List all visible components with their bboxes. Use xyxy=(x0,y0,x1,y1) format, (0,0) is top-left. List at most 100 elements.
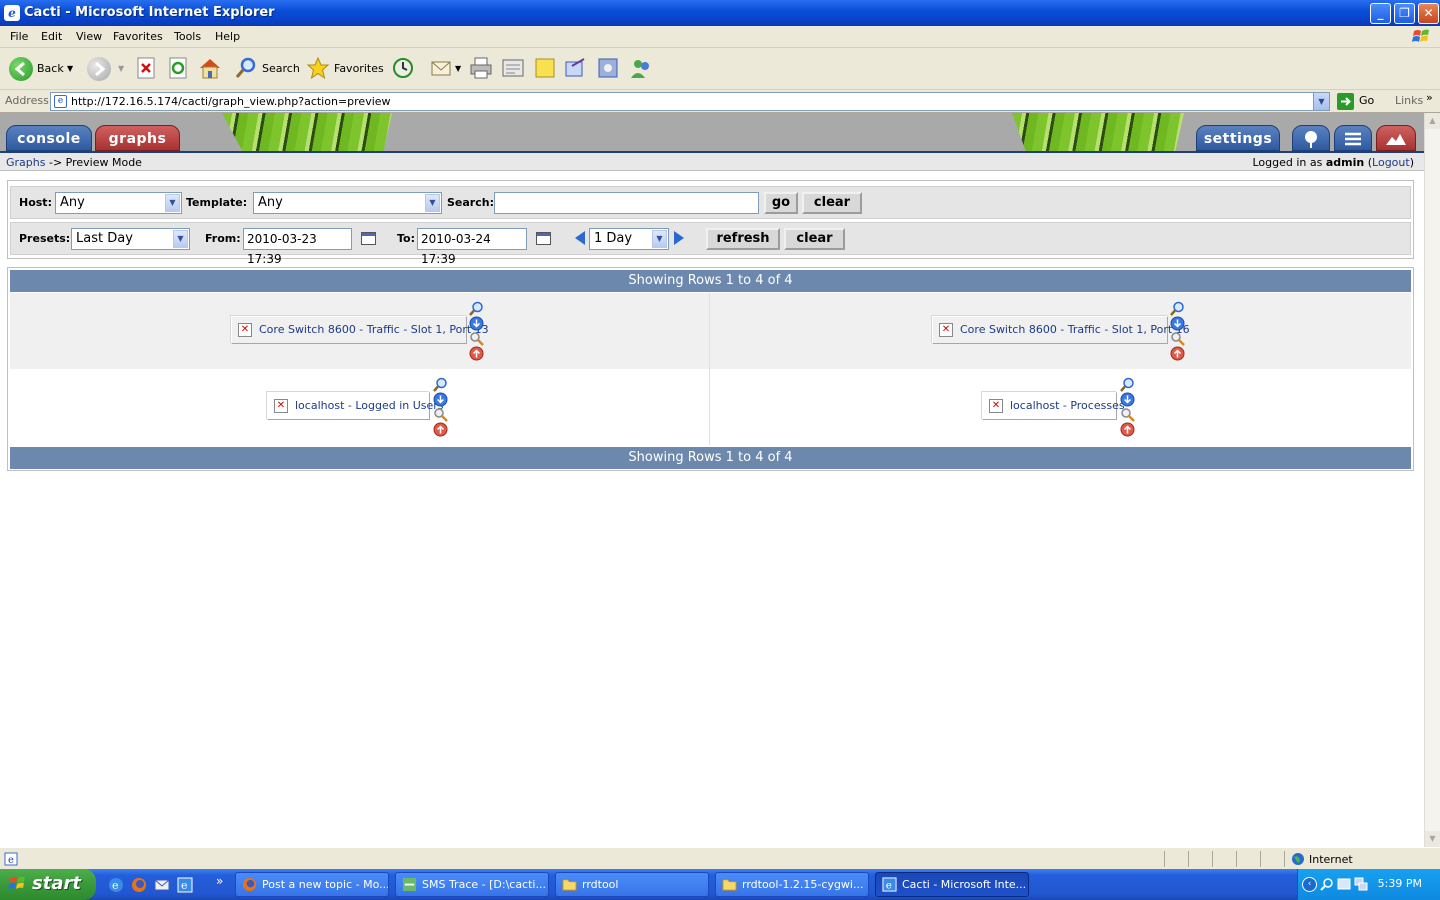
properties-icon[interactable] xyxy=(469,331,484,346)
list-view-button[interactable] xyxy=(1334,125,1372,151)
back-arrow-icon[interactable] xyxy=(9,57,33,81)
zoom-icon[interactable] xyxy=(433,377,448,392)
properties-icon[interactable] xyxy=(433,407,448,422)
tab-console[interactable]: console xyxy=(6,125,92,151)
go-filter-button[interactable]: go xyxy=(764,192,798,214)
export-csv-icon[interactable] xyxy=(1120,392,1135,407)
back-dropdown-icon[interactable]: ▼ xyxy=(67,56,73,82)
taskbar-item-cacti-ie[interactable]: e Cacti - Microsoft Inte... xyxy=(875,872,1029,897)
export-csv-icon[interactable] xyxy=(1170,316,1185,331)
back-button[interactable]: Back xyxy=(37,56,64,82)
firefox-quicklaunch-icon[interactable] xyxy=(131,877,147,893)
move-up-icon[interactable] xyxy=(469,346,484,361)
shift-right-arrow-icon[interactable] xyxy=(674,231,684,245)
menu-edit[interactable]: Edit xyxy=(41,30,62,43)
tray-expand-icon[interactable]: ‹ xyxy=(1302,877,1317,892)
desktop-quicklaunch-icon[interactable]: e xyxy=(177,877,193,893)
home-icon[interactable] xyxy=(198,56,222,80)
start-button[interactable]: start xyxy=(0,869,96,900)
scroll-down-icon[interactable]: ▼ xyxy=(1425,831,1440,847)
refresh-icon[interactable] xyxy=(167,56,191,80)
links-label[interactable]: Links xyxy=(1395,94,1423,107)
tab-graphs[interactable]: graphs xyxy=(95,125,180,151)
zoom-icon[interactable] xyxy=(1120,377,1135,392)
graph-image[interactable]: ✕ localhost - Logged in Users xyxy=(267,392,444,420)
go-arrow-icon[interactable] xyxy=(1337,93,1354,110)
edit-icon[interactable] xyxy=(501,56,525,80)
to-calendar-icon[interactable] xyxy=(536,232,551,245)
go-button[interactable]: Go xyxy=(1359,94,1374,107)
quicklaunch-chevron-icon[interactable]: » xyxy=(216,874,223,888)
tree-view-button[interactable] xyxy=(1292,125,1330,151)
graph-image[interactable]: ✕ Core Switch 8600 - Traffic - Slot 1, P… xyxy=(231,316,489,344)
tray-search-icon[interactable] xyxy=(1320,877,1334,891)
scroll-up-icon[interactable]: ▲ xyxy=(1425,113,1440,129)
clear-filter-button[interactable]: clear xyxy=(802,192,862,214)
links-chevron-icon[interactable]: » xyxy=(1426,91,1433,104)
history-icon[interactable] xyxy=(391,56,415,80)
template-select[interactable]: Any ▼ xyxy=(253,192,442,214)
messenger-research-icon[interactable] xyxy=(564,56,588,80)
preview-graph-icon xyxy=(1386,134,1406,145)
search-input[interactable] xyxy=(494,192,759,214)
taskbar-item-rrdtool-cygwin[interactable]: rrdtool-1.2.15-cygwi... xyxy=(715,872,869,897)
media-icon[interactable] xyxy=(596,56,620,80)
menu-tools[interactable]: Tools xyxy=(174,30,201,43)
to-date-input[interactable]: 2010-03-24 17:39 xyxy=(417,228,527,266)
move-up-icon[interactable] xyxy=(433,422,448,437)
logout-link[interactable]: Logout xyxy=(1372,156,1410,169)
tray-app-icon[interactable] xyxy=(1337,877,1351,891)
export-csv-icon[interactable] xyxy=(433,392,448,407)
address-bar: Address e http://172.16.5.174/cacti/grap… xyxy=(0,90,1440,113)
vertical-scrollbar[interactable]: ▲ ▼ xyxy=(1424,113,1440,847)
timespan-select[interactable]: 1 Day ▼ xyxy=(589,228,669,250)
address-dropdown-icon[interactable]: ▼ xyxy=(1313,93,1329,110)
messenger-icon[interactable] xyxy=(629,56,653,80)
minimize-button[interactable]: _ xyxy=(1370,3,1391,24)
forward-dropdown-icon[interactable]: ▼ xyxy=(118,56,124,82)
move-up-icon[interactable] xyxy=(1120,422,1135,437)
tray-network-icon[interactable] xyxy=(1354,877,1368,891)
presets-select[interactable]: Last Day ▼ xyxy=(71,228,190,250)
zoom-icon[interactable] xyxy=(1170,301,1185,316)
mail-icon[interactable] xyxy=(430,56,454,80)
taskbar-item-rrdtool[interactable]: rrdtool xyxy=(555,872,709,897)
outlook-quicklaunch-icon[interactable] xyxy=(154,877,170,893)
from-date-input[interactable]: 2010-03-23 17:39 xyxy=(243,228,352,266)
print-icon[interactable] xyxy=(469,56,493,80)
graph-image[interactable]: ✕ Core Switch 8600 - Traffic - Slot 1, P… xyxy=(932,316,1190,344)
favorites-star-icon[interactable] xyxy=(306,56,330,80)
mail-dropdown-icon[interactable]: ▼ xyxy=(455,56,461,82)
clear-timespan-button[interactable]: clear xyxy=(784,228,845,250)
search-icon[interactable] xyxy=(234,56,258,80)
address-input[interactable]: e http://172.16.5.174/cacti/graph_view.p… xyxy=(50,92,1330,111)
shift-left-arrow-icon[interactable] xyxy=(575,231,585,245)
search-button[interactable]: Search xyxy=(262,56,300,82)
menu-help[interactable]: Help xyxy=(215,30,240,43)
menu-favorites[interactable]: Favorites xyxy=(113,30,163,43)
host-select[interactable]: Any ▼ xyxy=(55,192,182,214)
export-csv-icon[interactable] xyxy=(469,316,484,331)
properties-icon[interactable] xyxy=(1120,407,1135,422)
forward-arrow-icon[interactable] xyxy=(87,57,111,81)
taskbar-item-firefox[interactable]: Post a new topic - Mo... xyxy=(235,872,389,897)
menu-file[interactable]: File xyxy=(10,30,28,43)
breadcrumb-graphs-link[interactable]: Graphs xyxy=(6,156,45,169)
graph-image[interactable]: ✕ localhost - Processes xyxy=(982,392,1125,420)
zoom-icon[interactable] xyxy=(469,301,484,316)
tab-settings[interactable]: settings xyxy=(1196,125,1280,151)
restore-button[interactable]: ❐ xyxy=(1394,3,1415,24)
move-up-icon[interactable] xyxy=(1170,346,1185,361)
menu-view[interactable]: View xyxy=(76,30,102,43)
preview-view-button[interactable] xyxy=(1376,125,1416,151)
ie-quicklaunch-icon[interactable]: e xyxy=(108,877,124,893)
taskbar-item-smstrace[interactable]: SMS Trace - [D:\cacti... xyxy=(395,872,549,897)
discuss-note-icon[interactable] xyxy=(533,56,557,80)
properties-icon[interactable] xyxy=(1170,331,1185,346)
refresh-button[interactable]: refresh xyxy=(706,228,780,250)
stop-icon[interactable] xyxy=(135,56,159,80)
from-calendar-icon[interactable] xyxy=(361,232,376,245)
graph-cell: ✕ Core Switch 8600 - Traffic - Slot 1, P… xyxy=(711,293,1411,369)
close-button[interactable]: ✕ xyxy=(1418,3,1439,24)
favorites-button[interactable]: Favorites xyxy=(334,56,384,82)
